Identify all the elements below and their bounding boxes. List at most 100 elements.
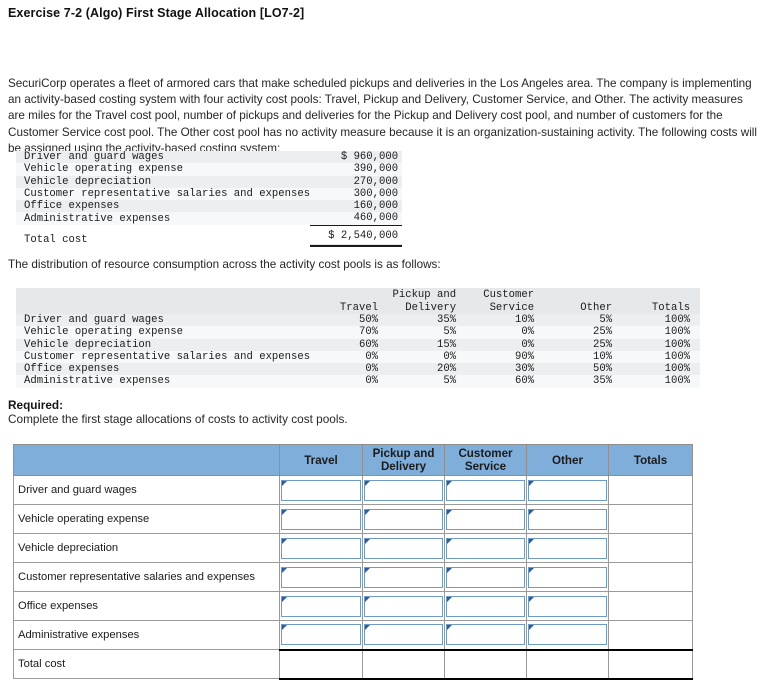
table-row: Vehicle depreciation 60% 15% 0% 25% 100% xyxy=(16,338,701,351)
travel-input[interactable] xyxy=(281,537,361,559)
answer-cell-travel[interactable] xyxy=(279,475,363,505)
other-input[interactable] xyxy=(528,537,607,559)
dist-cell-travel: 0% xyxy=(365,350,379,363)
dist-cell-totals: 100% xyxy=(664,314,691,326)
answer-cell-pickup[interactable] xyxy=(362,620,445,650)
dist-header-travel: Travel xyxy=(339,301,379,314)
table-row: Vehicle depreciation 270,000 xyxy=(16,175,403,188)
answer-cell-pickup[interactable] xyxy=(362,504,445,534)
dist-cell-customer: 10% xyxy=(515,314,535,326)
answer-header-customer-line1: Customer xyxy=(458,447,513,460)
cost-row-label: Vehicle depreciation xyxy=(24,175,152,188)
cost-row-label: Driver and guard wages xyxy=(24,151,164,163)
answer-cell-pickup[interactable] xyxy=(362,562,445,592)
cost-row-value: $ 960,000 xyxy=(340,151,399,163)
travel-input[interactable] xyxy=(281,624,361,646)
answer-cell-customer[interactable] xyxy=(444,475,527,505)
customer-input[interactable] xyxy=(446,508,525,530)
other-input[interactable] xyxy=(528,566,607,588)
dist-header-customer-line2: Service xyxy=(489,301,535,314)
dist-cell-pickup: 15% xyxy=(437,338,457,351)
other-input[interactable] xyxy=(528,508,607,530)
answer-cell-travel[interactable] xyxy=(279,504,363,534)
answer-row-label: Administrative expenses xyxy=(13,620,280,650)
answer-cell-pickup[interactable] xyxy=(362,533,445,563)
dist-row-label: Customer representative salaries and exp… xyxy=(24,350,311,363)
answer-cell-travel[interactable] xyxy=(279,620,363,650)
dist-cell-customer: 90% xyxy=(515,350,535,363)
cost-total-label: Total cost xyxy=(24,234,88,247)
answer-cell-other[interactable] xyxy=(526,504,609,534)
other-input[interactable] xyxy=(528,595,607,617)
other-input[interactable] xyxy=(528,624,607,646)
answer-row-label: Customer representative salaries and exp… xyxy=(13,562,280,592)
customer-input[interactable] xyxy=(446,566,525,588)
dist-header-blank-other xyxy=(544,288,622,301)
answer-cell-other[interactable] xyxy=(526,475,609,505)
answer-row-label: Driver and guard wages xyxy=(13,475,280,505)
table-row: Administrative expenses xyxy=(13,620,693,650)
answer-cell-totals xyxy=(608,504,693,534)
pickup-input[interactable] xyxy=(364,624,443,646)
travel-input[interactable] xyxy=(281,595,361,617)
dist-cell-other: 5% xyxy=(599,314,613,326)
dist-row-label: Vehicle depreciation xyxy=(24,338,152,351)
table-row: Vehicle depreciation xyxy=(13,533,693,563)
answer-cell-customer[interactable] xyxy=(444,591,527,621)
dist-cell-other: 25% xyxy=(593,326,613,339)
customer-input[interactable] xyxy=(446,479,525,501)
answer-cell-customer[interactable] xyxy=(444,562,527,592)
table-row-total: Total cost xyxy=(13,648,693,680)
table-row: Vehicle operating expense 70% 5% 0% 25% … xyxy=(16,326,701,339)
travel-input[interactable] xyxy=(281,508,361,530)
answer-row-label: Office expenses xyxy=(13,591,280,621)
dist-cell-customer: 0% xyxy=(521,338,535,351)
total-totals-output xyxy=(610,653,691,675)
table-row: Driver and guard wages xyxy=(13,475,693,505)
dist-header-blank-travel xyxy=(310,288,388,301)
answer-header-pickup-delivery: Pickup and Delivery xyxy=(362,444,445,476)
answer-cell-other[interactable] xyxy=(526,620,609,650)
answer-cell-customer[interactable] xyxy=(444,504,527,534)
distribution-caption: The distribution of resource consumption… xyxy=(8,258,441,271)
total-pickup-output xyxy=(364,653,443,675)
totals-output xyxy=(610,508,691,530)
answer-cell-customer[interactable] xyxy=(444,533,527,563)
pickup-input[interactable] xyxy=(364,595,443,617)
answer-row-label: Vehicle depreciation xyxy=(13,533,280,563)
customer-input[interactable] xyxy=(446,537,525,559)
pickup-input[interactable] xyxy=(364,566,443,588)
dist-cell-pickup: 35% xyxy=(437,314,457,326)
answer-cell-travel[interactable] xyxy=(279,591,363,621)
table-row: Customer representative salaries and exp… xyxy=(16,187,403,201)
totals-output xyxy=(610,595,691,617)
answer-cell-travel[interactable] xyxy=(279,533,363,563)
answer-cell-other[interactable] xyxy=(526,562,609,592)
totals-output xyxy=(610,624,691,646)
dist-header-pickup-line1: Pickup and xyxy=(392,288,457,301)
customer-input[interactable] xyxy=(446,624,525,646)
pickup-input[interactable] xyxy=(364,537,443,559)
dist-header-pickup-line2: Delivery xyxy=(405,301,457,314)
answer-cell-customer[interactable] xyxy=(444,620,527,650)
table-row: Administrative expenses 0% 5% 60% 35% 10… xyxy=(16,375,701,388)
customer-input[interactable] xyxy=(446,595,525,617)
answer-cell-pickup[interactable] xyxy=(362,475,445,505)
travel-input[interactable] xyxy=(281,479,361,501)
pickup-input[interactable] xyxy=(364,479,443,501)
dist-cell-totals: 100% xyxy=(664,350,691,363)
dist-cell-other: 50% xyxy=(593,363,613,376)
pickup-input[interactable] xyxy=(364,508,443,530)
totals-output xyxy=(610,566,691,588)
travel-input[interactable] xyxy=(281,566,361,588)
answer-row-label: Vehicle operating expense xyxy=(13,504,280,534)
answer-cell-other[interactable] xyxy=(526,533,609,563)
allocation-answer-table[interactable]: Travel Pickup and Delivery Customer Serv… xyxy=(13,444,693,680)
other-input[interactable] xyxy=(528,479,607,501)
answer-cell-travel[interactable] xyxy=(279,562,363,592)
total-other-output xyxy=(528,653,607,675)
answer-header-corner xyxy=(13,444,280,476)
answer-total-travel xyxy=(279,648,363,680)
answer-cell-pickup[interactable] xyxy=(362,591,445,621)
answer-cell-other[interactable] xyxy=(526,591,609,621)
